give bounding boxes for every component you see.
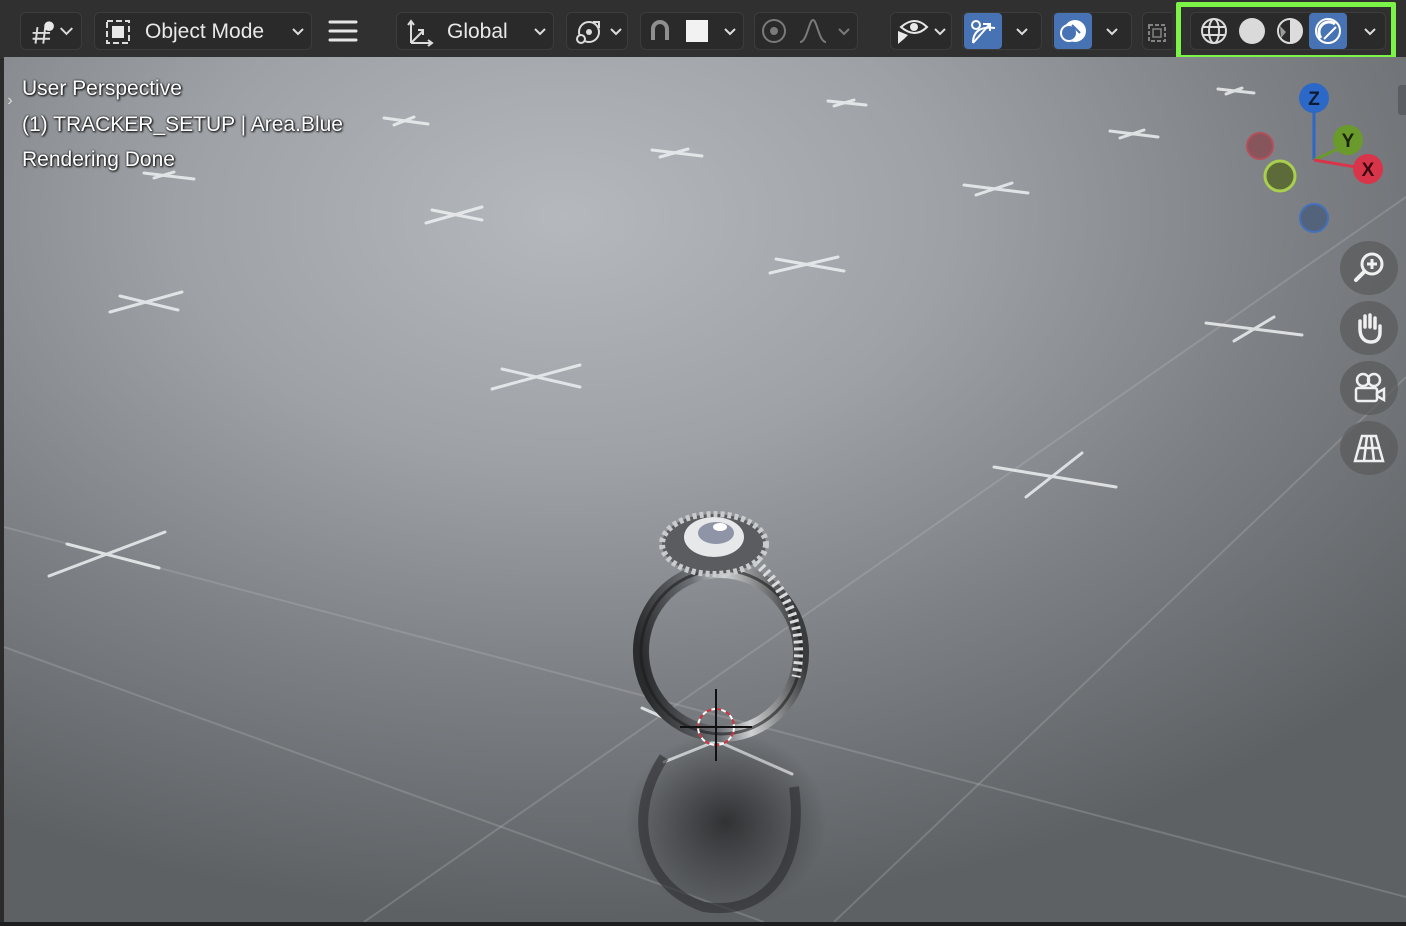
gizmo-x-label: X: [1362, 160, 1375, 181]
chevron-down-icon: [934, 28, 946, 36]
transform-orientation-dropdown[interactable]: Global: [396, 12, 554, 50]
camera-view-button[interactable]: [1340, 361, 1398, 415]
pivot-point-dropdown[interactable]: [566, 12, 628, 50]
overlay-toggle-button[interactable]: [1054, 13, 1092, 49]
snap-group: [640, 12, 744, 50]
perspective-toggle-button[interactable]: [1340, 421, 1398, 475]
view-name-text: User Perspective: [22, 77, 182, 100]
chevron-down-icon[interactable]: [1015, 26, 1029, 38]
gizmo-neg-z: [1299, 203, 1329, 233]
gizmo-neg-x: [1246, 132, 1274, 160]
gizmo-y-label: Y: [1342, 131, 1355, 152]
object-tools-icon: [32, 21, 73, 44]
chevron-down-icon: [724, 28, 736, 36]
chevron-down-icon[interactable]: [1363, 26, 1377, 38]
3d-viewport[interactable]: › User Perspective (1) TRACKER_SETUP | A…: [4, 57, 1406, 922]
object-visibility-eye-icon: [898, 20, 929, 44]
gizmo-z-label: Z: [1308, 89, 1320, 110]
chevron-down-icon[interactable]: [1105, 26, 1119, 38]
shading-solid-button[interactable]: [1233, 13, 1271, 49]
overlay-toggle-icon: [1060, 20, 1086, 42]
rendered-scene: [4, 86, 1406, 922]
chevron-down-icon: [292, 28, 304, 36]
shading-mode-group: [1190, 12, 1386, 50]
chevron-down-icon: [838, 28, 850, 36]
xray-toggle-icon: [1148, 24, 1166, 42]
hand-pan-icon: [1358, 313, 1382, 344]
navigation-gizmo[interactable]: Z Y X: [1230, 80, 1400, 250]
shading-wireframe-button[interactable]: [1195, 13, 1233, 49]
camera-view-icon: [1354, 372, 1386, 403]
wireframe-shading-icon: [1201, 18, 1227, 44]
proportional-falloff-dropdown[interactable]: [793, 13, 859, 49]
material-preview-shading-icon: [1277, 18, 1303, 44]
falloff-curve-icon: [799, 18, 827, 43]
gizmo-toggle-button[interactable]: [964, 13, 1002, 49]
solid-shading-icon: [1239, 18, 1265, 44]
xray-toggle-button[interactable]: [1142, 12, 1172, 50]
viewport-bottom-edge: [0, 922, 1406, 926]
pan-button[interactable]: [1340, 301, 1398, 355]
shading-material-preview-button[interactable]: [1271, 13, 1309, 49]
render-status-text: Rendering Done: [22, 148, 175, 171]
pivot-point-icon: [576, 21, 600, 44]
editor-type-button[interactable]: [20, 12, 82, 50]
snap-increment-icon: [686, 20, 708, 42]
perspective-grid-icon: [1353, 434, 1385, 463]
transform-orientation-label: Global: [447, 20, 508, 43]
object-visibility-dropdown[interactable]: [890, 12, 952, 50]
proportional-edit-toggle[interactable]: [755, 13, 793, 49]
snap-target-dropdown[interactable]: [679, 13, 745, 49]
overlay-group: [1052, 12, 1132, 50]
hamburger-menu-icon[interactable]: [327, 18, 359, 46]
gizmo-toggle-icon: [971, 20, 996, 44]
gizmo-neg-y: [1263, 159, 1297, 193]
snap-magnet-icon: [651, 20, 669, 40]
chevron-down-icon: [610, 28, 622, 36]
proportional-edit-group: [754, 12, 858, 50]
object-mode-icon: [106, 20, 130, 44]
mode-dropdown[interactable]: Object Mode: [94, 12, 312, 50]
gizmo-group: [962, 12, 1042, 50]
chevron-down-icon: [534, 28, 546, 36]
toolbar-expand-arrow[interactable]: ›: [4, 87, 16, 115]
rendered-shading-icon: [1315, 18, 1341, 44]
transform-axes-icon: [407, 19, 434, 47]
viewport-header: Object Mode Global: [0, 0, 1406, 60]
proportional-edit-icon: [762, 19, 786, 43]
zoom-button[interactable]: [1340, 241, 1398, 295]
mode-label: Object Mode: [145, 20, 265, 43]
collection-object-text: (1) TRACKER_SETUP | Area.Blue: [22, 113, 343, 136]
snap-toggle-button[interactable]: [641, 13, 679, 49]
shading-rendered-button[interactable]: [1309, 13, 1347, 49]
zoom-in-icon: [1354, 252, 1384, 282]
